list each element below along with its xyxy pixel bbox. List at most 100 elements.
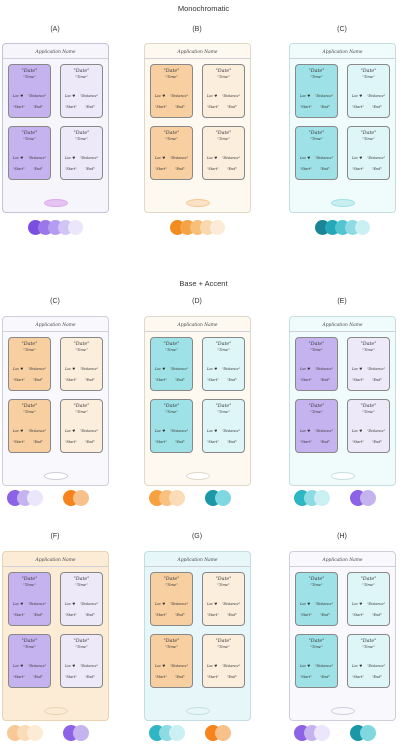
activity-card[interactable]: "Date" "Time" Loc ♥ "Distance" "Start" "End": [202, 399, 245, 453]
card-location: Loc ♥: [352, 94, 363, 98]
phone-mockup: Application Name "Date" "Time" Loc ♥ "Distan…: [2, 316, 109, 486]
home-button[interactable]: [186, 199, 210, 207]
home-button[interactable]: [44, 472, 68, 480]
activity-card[interactable]: "Date" "Time" Loc ♥ "Distance" "Start" "End": [202, 572, 245, 626]
base-color-swatch: [314, 725, 330, 741]
card-date: "Date": [308, 131, 325, 136]
card-end: "End": [372, 167, 382, 171]
card-distance: "Distance": [80, 664, 99, 668]
home-button[interactable]: [331, 472, 355, 480]
home-button[interactable]: [186, 472, 210, 480]
activity-card[interactable]: "Date" "Time" Loc ♥ "Distance" "Start" "End": [202, 634, 245, 688]
activity-card[interactable]: "Date" "Time" Loc ♥ "Distance" "Start" "End": [60, 572, 103, 626]
card-location: Loc ♥: [207, 664, 218, 668]
activity-card[interactable]: "Date" "Time" Loc ♥ "Distance" "Start" "End": [295, 337, 338, 391]
card-time: "Time": [362, 410, 375, 414]
activity-card[interactable]: "Date" "Time" Loc ♥ "Distance" "Start" "End": [150, 572, 193, 626]
card-start: "Start": [352, 378, 364, 382]
card-end: "End": [320, 378, 330, 382]
activity-card[interactable]: "Date" "Time" Loc ♥ "Distance" "Start" "End": [347, 634, 390, 688]
phone-mockup: Application Name "Date" "Time" Loc ♥ "Distan…: [144, 551, 251, 721]
card-location: Loc ♥: [352, 156, 363, 160]
activity-card[interactable]: "Date" "Time" Loc ♥ "Distance" "Start" "End": [202, 64, 245, 118]
card-location: Loc ♥: [155, 367, 166, 371]
card-location: Loc ♥: [65, 94, 76, 98]
home-button[interactable]: [331, 199, 355, 207]
card-end: "End": [175, 105, 185, 109]
phone-mockup: Application Name "Date" "Time" Loc ♥ "Distan…: [144, 316, 251, 486]
activity-card[interactable]: "Date" "Time" Loc ♥ "Distance" "Start" "End": [295, 126, 338, 180]
card-distance: "Distance": [80, 602, 99, 606]
home-button[interactable]: [186, 707, 210, 715]
activity-card[interactable]: "Date" "Time" Loc ♥ "Distance" "Start" "End": [150, 64, 193, 118]
card-end: "End": [227, 105, 237, 109]
activity-card[interactable]: "Date" "Time" Loc ♥ "Distance" "Start" "End": [8, 126, 51, 180]
card-start: "Start": [65, 675, 77, 679]
card-location: Loc ♥: [13, 602, 24, 606]
card-location: Loc ♥: [300, 429, 311, 433]
card-time: "Time": [310, 410, 323, 414]
phone-label: (E): [337, 298, 347, 305]
card-end: "End": [85, 613, 95, 617]
card-distance: "Distance": [315, 602, 334, 606]
phone-label: (C): [50, 298, 60, 305]
activity-card[interactable]: "Date" "Time" Loc ♥ "Distance" "Start" "End": [295, 399, 338, 453]
activity-card[interactable]: "Date" "Time" Loc ♥ "Distance" "Start" "End": [8, 337, 51, 391]
home-button[interactable]: [44, 707, 68, 715]
activity-card[interactable]: "Date" "Time" Loc ♥ "Distance" "Start" "End": [295, 64, 338, 118]
card-location: Loc ♥: [13, 429, 24, 433]
card-end: "End": [372, 675, 382, 679]
home-button[interactable]: [44, 199, 68, 207]
activity-card[interactable]: "Date" "Time" Loc ♥ "Distance" "Start" "End": [295, 572, 338, 626]
card-time: "Time": [362, 645, 375, 649]
activity-card[interactable]: "Date" "Time" Loc ♥ "Distance" "Start" "End": [8, 64, 51, 118]
phone-label: (C): [337, 26, 347, 33]
activity-card[interactable]: "Date" "Time" Loc ♥ "Distance" "Start" "End": [60, 634, 103, 688]
card-location: Loc ♥: [300, 602, 311, 606]
activity-card[interactable]: "Date" "Time" Loc ♥ "Distance" "Start" "End": [347, 572, 390, 626]
activity-card[interactable]: "Date" "Time" Loc ♥ "Distance" "Start" "End": [8, 634, 51, 688]
activity-card[interactable]: "Date" "Time" Loc ♥ "Distance" "Start" "End": [60, 126, 103, 180]
activity-card[interactable]: "Date" "Time" Loc ♥ "Distance" "Start" "End": [60, 64, 103, 118]
card-end: "End": [85, 440, 95, 444]
card-distance: "Distance": [315, 94, 334, 98]
activity-card[interactable]: "Date" "Time" Loc ♥ "Distance" "Start" "End": [347, 126, 390, 180]
card-date: "Date": [163, 404, 180, 409]
activity-card[interactable]: "Date" "Time" Loc ♥ "Distance" "Start" "End": [8, 572, 51, 626]
card-date: "Date": [163, 131, 180, 136]
activity-card[interactable]: "Date" "Time" Loc ♥ "Distance" "Start" "End": [347, 399, 390, 453]
app-name-label: Application Name: [177, 323, 218, 328]
activity-card[interactable]: "Date" "Time" Loc ♥ "Distance" "Start" "End": [295, 634, 338, 688]
activity-card[interactable]: "Date" "Time" Loc ♥ "Distance" "Start" "End": [60, 399, 103, 453]
card-location: Loc ♥: [65, 602, 76, 606]
card-location: Loc ♥: [13, 664, 24, 668]
home-button[interactable]: [331, 707, 355, 715]
card-date: "Date": [21, 577, 38, 582]
card-end: "End": [175, 167, 185, 171]
card-date: "Date": [360, 131, 377, 136]
card-time: "Time": [217, 137, 230, 141]
card-date: "Date": [73, 342, 90, 347]
card-date: "Date": [21, 69, 38, 74]
activity-card[interactable]: "Date" "Time" Loc ♥ "Distance" "Start" "End": [202, 337, 245, 391]
activity-card[interactable]: "Date" "Time" Loc ♥ "Distance" "Start" "End": [150, 634, 193, 688]
card-time: "Time": [165, 410, 178, 414]
activity-card[interactable]: "Date" "Time" Loc ♥ "Distance" "Start" "End": [8, 399, 51, 453]
card-start: "Start": [207, 440, 219, 444]
header-divider: [290, 58, 395, 59]
card-location: Loc ♥: [207, 367, 218, 371]
card-start: "Start": [207, 675, 219, 679]
activity-card[interactable]: "Date" "Time" Loc ♥ "Distance" "Start" "End": [202, 126, 245, 180]
activity-card[interactable]: "Date" "Time" Loc ♥ "Distance" "Start" "End": [150, 126, 193, 180]
app-name-label: Application Name: [177, 50, 218, 55]
card-time: "Time": [362, 348, 375, 352]
card-date: "Date": [21, 404, 38, 409]
card-distance: "Distance": [222, 602, 241, 606]
activity-card[interactable]: "Date" "Time" Loc ♥ "Distance" "Start" "End": [150, 337, 193, 391]
activity-card[interactable]: "Date" "Time" Loc ♥ "Distance" "Start" "End": [60, 337, 103, 391]
activity-card[interactable]: "Date" "Time" Loc ♥ "Distance" "Start" "End": [347, 337, 390, 391]
activity-card[interactable]: "Date" "Time" Loc ♥ "Distance" "Start" "End": [150, 399, 193, 453]
card-start: "Start": [207, 613, 219, 617]
activity-card[interactable]: "Date" "Time" Loc ♥ "Distance" "Start" "End": [347, 64, 390, 118]
accent-color-swatch: [215, 490, 231, 506]
